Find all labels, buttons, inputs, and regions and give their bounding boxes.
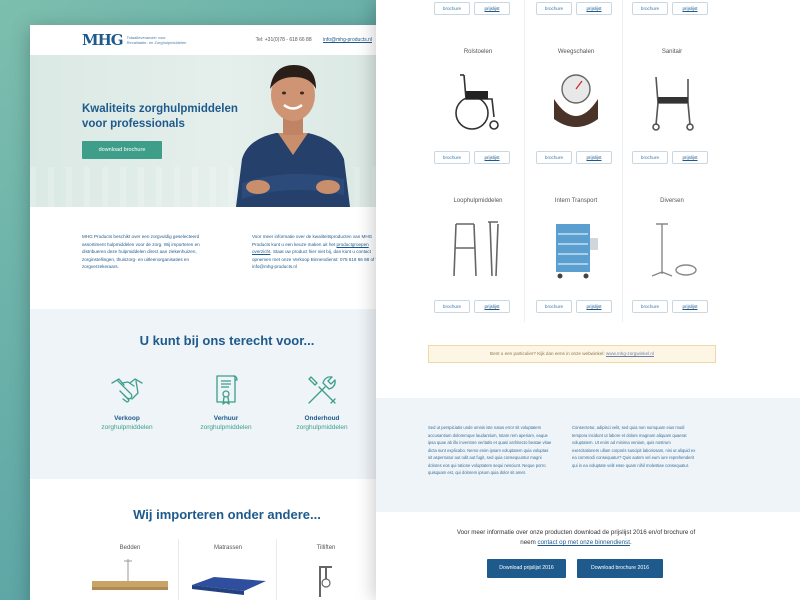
brochure-button[interactable]: brochure — [536, 2, 572, 15]
product-buttons-row: brochure prijslijst — [434, 300, 510, 313]
medical-cart-image — [556, 224, 598, 279]
product-buttons-row: brochure prijslijst — [536, 151, 612, 164]
product-weegschalen-label: Weegschalen — [557, 49, 595, 55]
product-buttons-row: brochure prijslijst — [434, 2, 510, 15]
brochure-button[interactable]: brochure — [434, 151, 470, 164]
product-weegschalen[interactable]: Weegschalen — [526, 49, 626, 138]
product-loophulpmiddelen[interactable]: Loophulpmiddelen — [428, 198, 528, 285]
cta-text: Voor meer informatie over onze producten… — [456, 528, 696, 548]
nurse-photo — [236, 65, 350, 207]
header-phone: Tel: +31(0)78 - 618 66 88 — [255, 37, 312, 43]
product-buttons-row: brochure prijslijst — [536, 2, 612, 15]
product-diversen[interactable]: Diversen — [622, 198, 722, 285]
header-email-link[interactable]: info@mhg-products.nl — [323, 37, 372, 43]
logo-tagline: Totaalleverancier voor Revalidatie- en Z… — [127, 35, 187, 45]
info-text-right: Consectetur, adipisci velit, sed quia no… — [572, 425, 696, 468]
product-loophulpmiddelen-label: Loophulpmiddelen — [453, 198, 503, 204]
shower-chair-image — [652, 76, 694, 131]
pricelist-button[interactable]: prijslijst — [576, 300, 612, 313]
info-text-section: Sed ut perspiciatis unde omnis iste natu… — [376, 398, 800, 512]
service-verhuur-title: Verhuur — [213, 415, 239, 422]
pricelist-button[interactable]: prijslijst — [672, 2, 708, 15]
pricelist-button[interactable]: prijslijst — [672, 151, 708, 164]
category-bedden[interactable]: Bedden — [82, 539, 178, 600]
pricelist-button[interactable]: prijslijst — [576, 151, 612, 164]
intro-right-text: Voor meer informatie over de kwaliteitsp… — [252, 233, 382, 271]
brochure-button[interactable]: brochure — [434, 300, 470, 313]
service-onderhoud-subtitle: zorghulpmiddelen — [296, 424, 348, 431]
walker-image — [453, 221, 499, 277]
cta-text-after: . — [630, 539, 632, 546]
product-buttons-row: brochure prijslijst — [632, 2, 708, 15]
pricelist-button[interactable]: prijslijst — [474, 2, 510, 15]
services-title: U kunt bij ons terecht voor... — [139, 333, 315, 348]
service-verkoop[interactable]: Verkoop zorghulpmiddelen — [77, 373, 177, 431]
logo[interactable]: MHG Totaalleverancier voor Revalidatie- … — [82, 31, 186, 49]
pricelist-button[interactable]: prijslijst — [576, 2, 612, 15]
product-intern-transport-label: Intern Transport — [554, 198, 598, 204]
iv-pole-image — [651, 223, 697, 277]
intro-section: MHG Products beschikt over een zorgvuldi… — [82, 233, 382, 271]
service-verkoop-subtitle: zorghulpmiddelen — [101, 424, 153, 431]
product-rolstoelen[interactable]: Rolstoelen — [428, 49, 528, 138]
intro-left-text: MHG Products beschikt over een zorgvuldi… — [82, 234, 200, 269]
service-verkoop-title: Verkoop — [114, 415, 140, 422]
pricelist-button[interactable]: prijslijst — [474, 151, 510, 164]
service-verhuur[interactable]: Verhuur zorghulpmiddelen — [176, 373, 276, 431]
brochure-button[interactable]: brochure — [632, 2, 668, 15]
product-rolstoelen-label: Rolstoelen — [463, 49, 493, 55]
download-brochure-button[interactable]: download brochure — [82, 141, 162, 159]
contact-link[interactable]: contact op met onze binnendienst — [537, 539, 630, 546]
product-sanitair-label: Sanitair — [661, 49, 683, 55]
homepage-preview: MHG Totaalleverancier voor Revalidatie- … — [30, 25, 424, 600]
product-sanitair[interactable]: Sanitair — [622, 49, 722, 138]
imports-title: Wij importeren onder andere... — [133, 507, 321, 522]
products-page-preview: brochure prijslijst brochure prijslijst … — [376, 0, 800, 600]
download-brochure-2016-button[interactable]: Download brochure 2016 — [577, 559, 663, 578]
bed-image — [92, 559, 168, 590]
category-tilliften[interactable]: Tilliften — [278, 539, 374, 600]
particulier-text: Bent u een particulier? Kijk dan eens in… — [490, 351, 605, 356]
mattress-image — [192, 577, 266, 595]
product-buttons-row: brochure prijslijst — [632, 300, 708, 313]
divider — [276, 539, 277, 600]
particulier-notice: Bent u een particulier? Kijk dan eens in… — [428, 345, 716, 363]
brochure-button[interactable]: brochure — [632, 300, 668, 313]
product-buttons-row: brochure prijslijst — [536, 300, 612, 313]
product-buttons-row: brochure prijslijst — [434, 151, 510, 164]
services-section: U kunt bij ons terecht voor... Verkoop z… — [30, 309, 424, 479]
brochure-button[interactable]: brochure — [434, 2, 470, 15]
category-matrassen[interactable]: Matrassen — [180, 539, 276, 600]
site-header: MHG Totaalleverancier voor Revalidatie- … — [30, 25, 424, 55]
service-verhuur-subtitle: zorghulpmiddelen — [200, 424, 252, 431]
header-contact: Tel: +31(0)78 - 618 66 88 info@mhg-produ… — [256, 37, 372, 43]
brochure-button[interactable]: brochure — [536, 151, 572, 164]
pricelist-button[interactable]: prijslijst — [672, 300, 708, 313]
tools-icon — [308, 376, 336, 404]
intro-right-after: . Staat uw product hier niet bij, dan ku… — [252, 249, 382, 269]
hero-banner: Kwaliteits zorghulpmiddelen voor profess… — [30, 55, 424, 207]
brochure-button[interactable]: brochure — [536, 300, 572, 313]
scale-image — [554, 74, 598, 127]
brochure-button[interactable]: brochure — [632, 151, 668, 164]
handshake-icon — [111, 378, 143, 403]
pricelist-button[interactable]: prijslijst — [474, 300, 510, 313]
product-buttons-row: brochure prijslijst — [632, 151, 708, 164]
lift-image — [319, 566, 332, 597]
logo-tagline-line-2: Revalidatie- en Zorghulpmiddelen — [126, 40, 187, 45]
contract-icon — [216, 375, 238, 405]
product-diversen-label: Diversen — [660, 198, 684, 204]
service-onderhoud[interactable]: Onderhoud zorghulpmiddelen — [272, 373, 372, 431]
service-onderhoud-title: Onderhoud — [304, 415, 340, 422]
divider — [178, 539, 179, 600]
wheelchair-image — [455, 74, 499, 130]
product-intern-transport[interactable]: Intern Transport — [526, 198, 626, 285]
imports-section: Wij importeren onder andere... Bedden Ma… — [30, 479, 424, 600]
logo-mark: MHG — [82, 31, 124, 49]
webshop-link[interactable]: www.mhg-zorgwinkel.nl — [606, 351, 654, 356]
download-pricelist-button[interactable]: Download prijslijst 2016 — [487, 559, 566, 578]
info-text-left: Sed ut perspiciatis unde omnis iste natu… — [428, 425, 552, 475]
